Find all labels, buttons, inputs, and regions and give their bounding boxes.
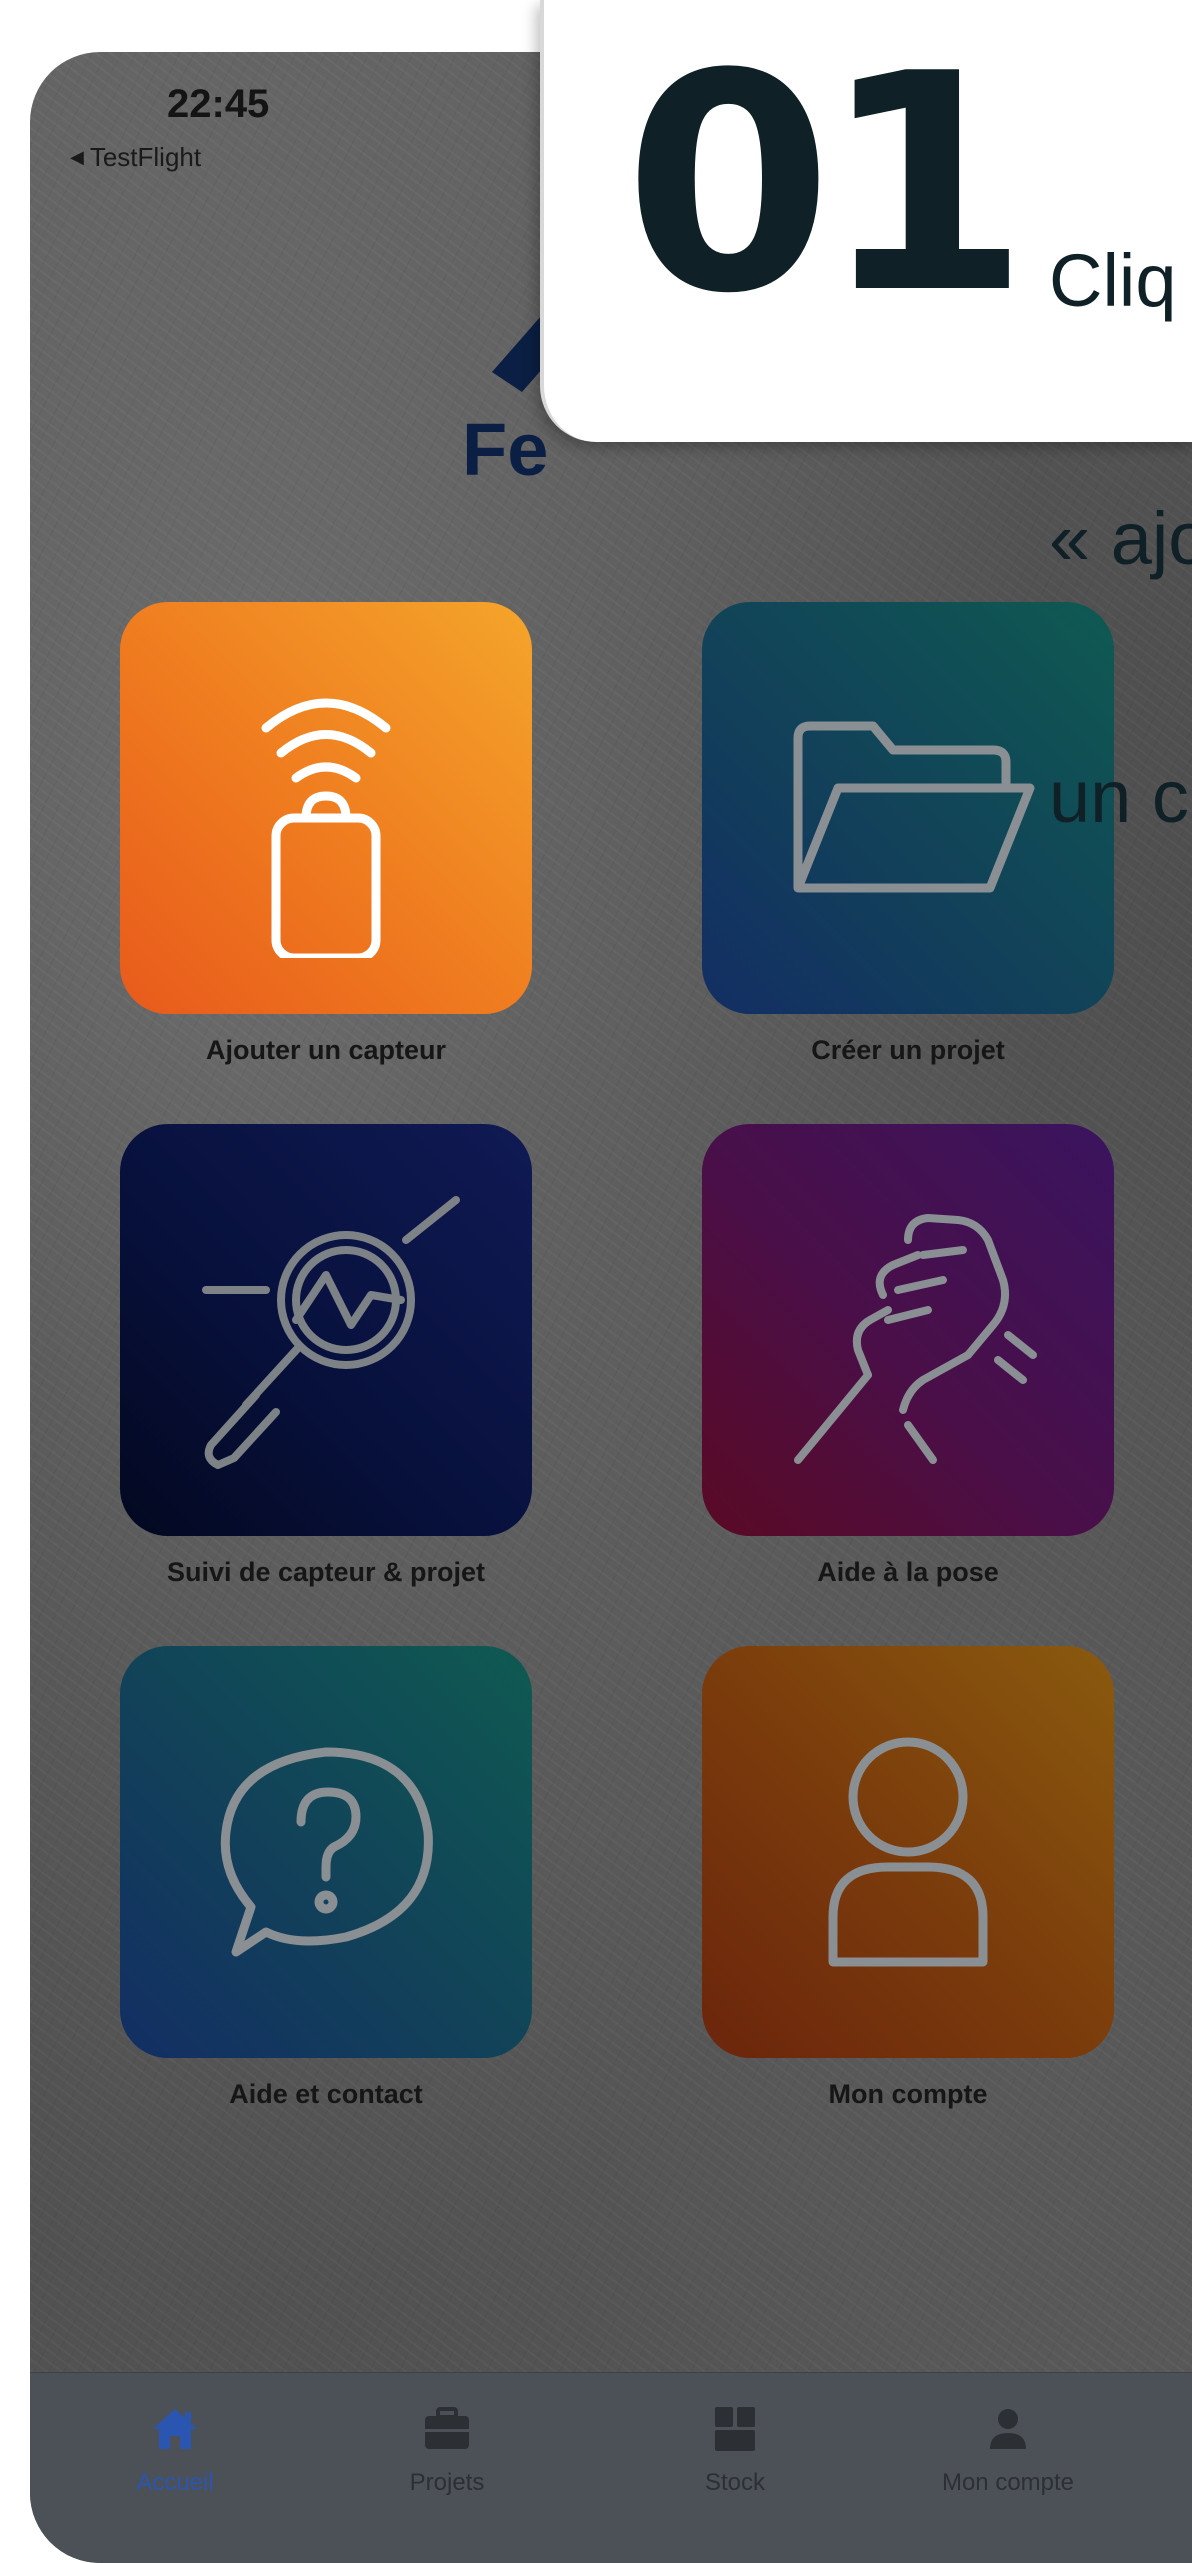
tab-projects[interactable]: Projets	[347, 2403, 547, 2497]
back-to-testflight[interactable]: ◀ TestFlight	[70, 142, 201, 173]
tab-stock[interactable]: Stock	[635, 2403, 835, 2497]
step-number: 01	[624, 10, 1029, 359]
folder-icon	[793, 721, 1035, 893]
add-sensor-label: Ajouter un capteur	[205, 1035, 447, 1065]
sensor-tracking-label: Suivi de capteur & projet	[166, 1557, 486, 1587]
sensor-tracking-tile[interactable]	[120, 1124, 532, 1536]
brand-logo-text: Fe	[462, 408, 549, 491]
help-contact-label: Aide et contact	[229, 2079, 423, 2109]
tab-projects-label: Projets	[409, 2469, 485, 2496]
status-time: 22:45	[167, 82, 270, 126]
callout-instruction: Cliq « ajo un c	[1049, 66, 1192, 1012]
callout-line-2: « ajo	[1049, 497, 1192, 580]
tab-stock-label: Stock	[704, 2469, 766, 2496]
callout-line-3: un c	[1049, 755, 1189, 838]
add-sensor-tile[interactable]	[120, 602, 532, 1014]
help-contact-tile[interactable]	[120, 1646, 532, 2058]
user-icon	[990, 2409, 1026, 2449]
briefcase-icon	[425, 2407, 469, 2449]
boxes-icon	[715, 2407, 755, 2451]
callout-line-1: Cliq	[1049, 239, 1177, 322]
home-icon	[153, 2409, 197, 2449]
my-account-label: Mon compte	[828, 2079, 988, 2109]
tab-home[interactable]: Accueil	[75, 2403, 275, 2497]
installation-help-tile[interactable]	[702, 1124, 1114, 1536]
my-account-tile[interactable]	[702, 1646, 1114, 2058]
back-app-label: TestFlight	[89, 142, 202, 172]
tab-account-label: Mon compte	[941, 2469, 1075, 2496]
nfc-sensor-icon	[261, 698, 391, 958]
tab-home-label: Accueil	[136, 2469, 214, 2496]
user-icon	[828, 1737, 988, 1967]
question-bubble-icon	[220, 1747, 433, 1957]
back-triangle-icon: ◀	[70, 147, 84, 167]
bottom-tab-bar: Accueil Projets Stock Mon compte	[30, 2372, 1192, 2563]
tab-account[interactable]: Mon compte	[908, 2403, 1108, 2497]
installation-help-label: Aide à la pose	[817, 1557, 999, 1587]
handshake-icon	[794, 1214, 1037, 1464]
create-project-label: Créer un projet	[811, 1035, 1005, 1065]
magnifier-graph-icon	[202, 1196, 460, 1469]
tutorial-callout: 01 Cliq « ajo un c	[540, 0, 1192, 838]
